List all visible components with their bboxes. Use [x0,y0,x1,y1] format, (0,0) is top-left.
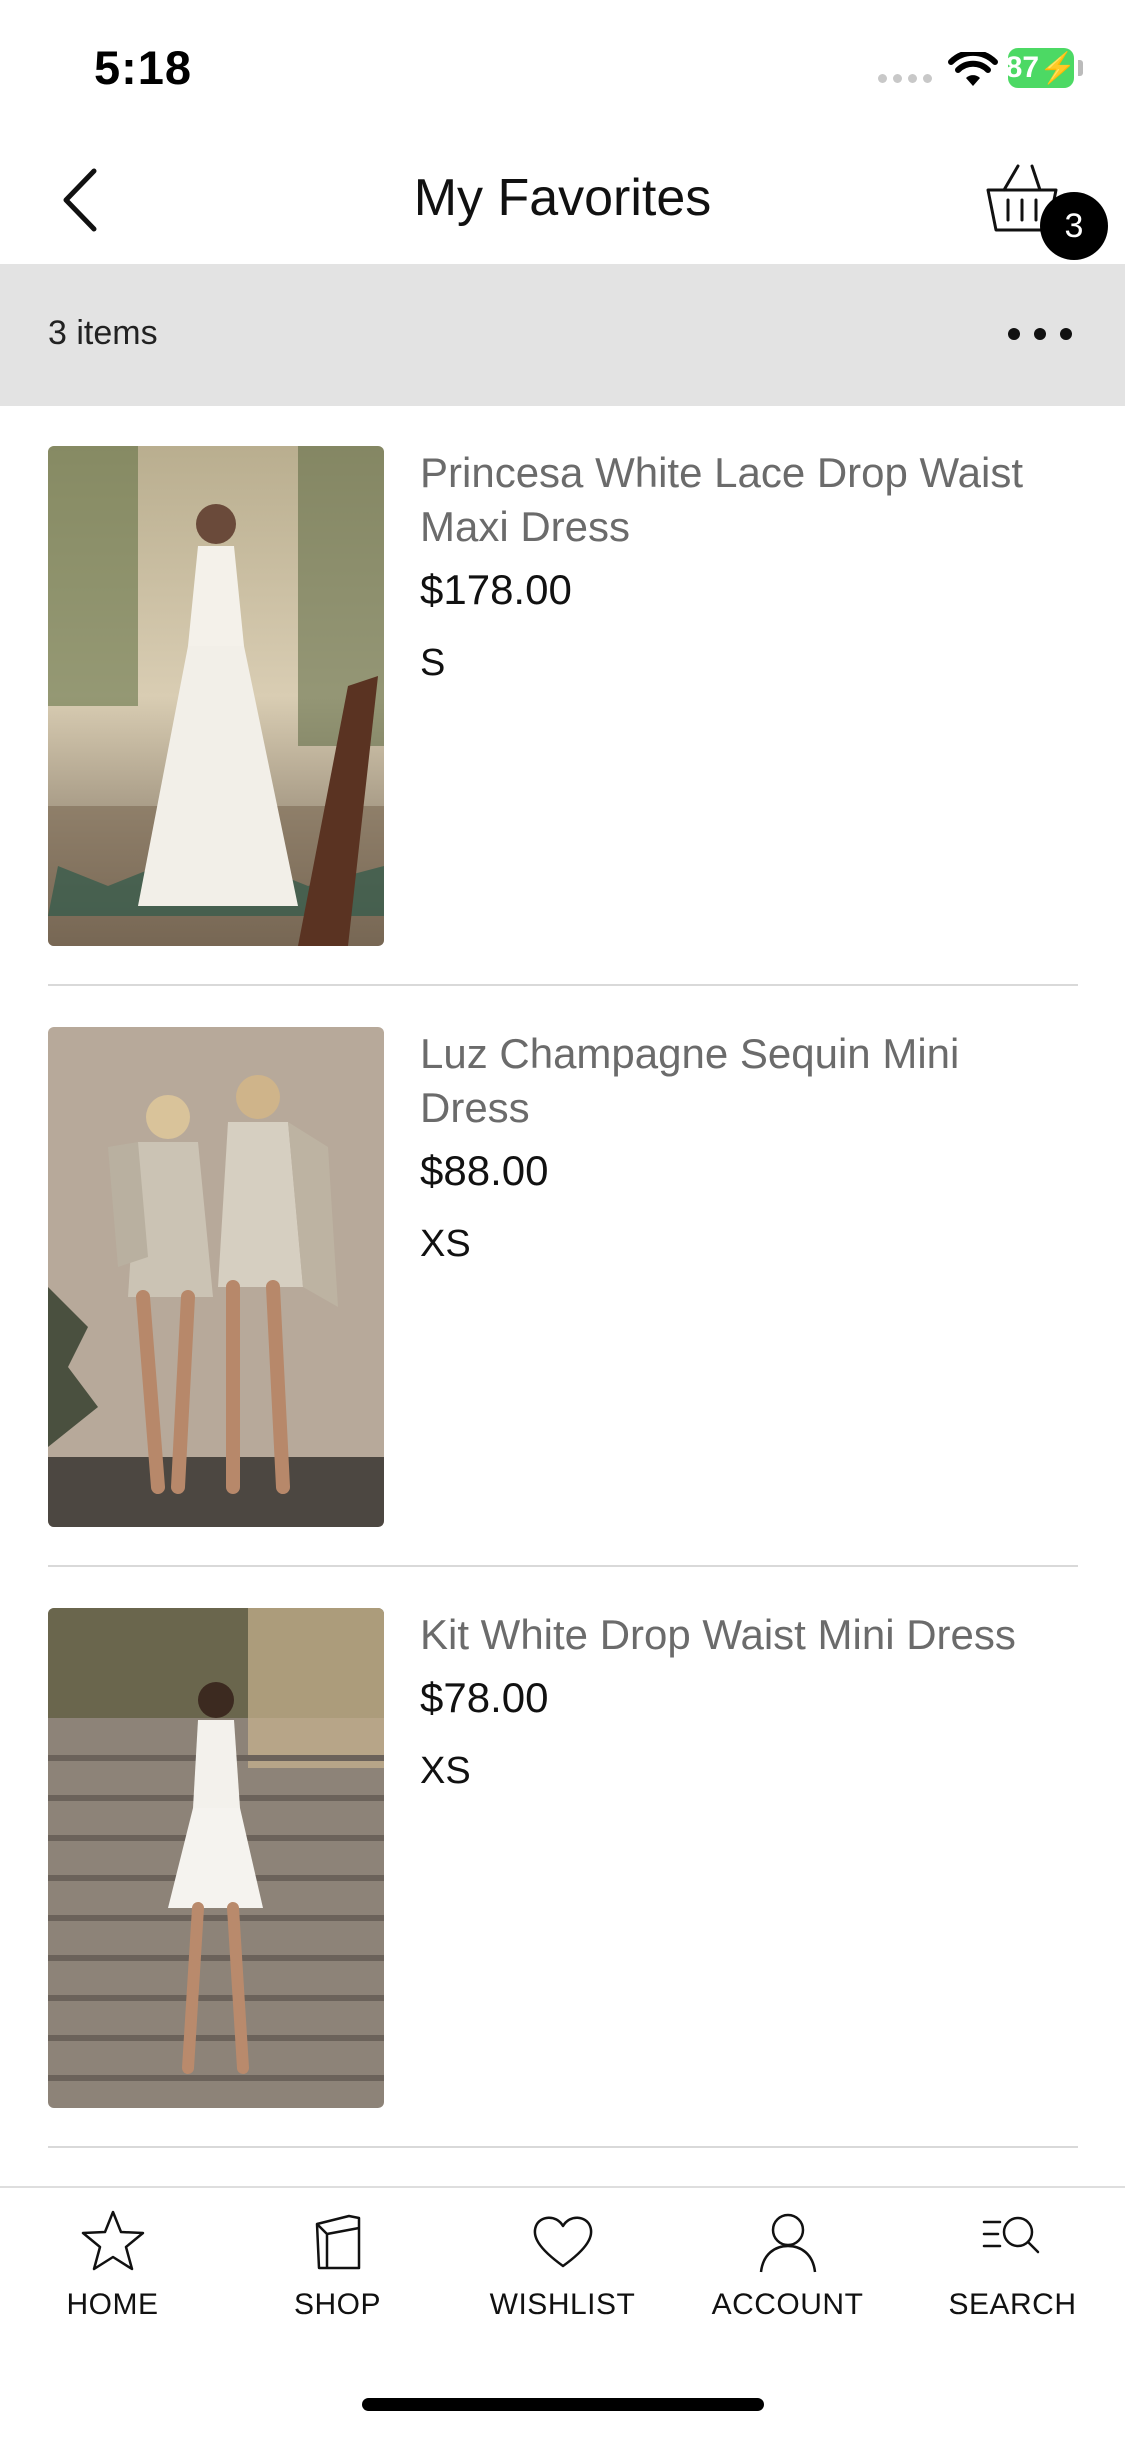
favorite-item[interactable]: Luz Champagne Sequin Mini Dress $88.00 X… [48,1027,1078,1527]
divider [48,984,1078,986]
home-indicator[interactable] [362,2398,764,2411]
person-icon [759,2213,816,2273]
navigation-header: My Favorites [0,140,1125,264]
shopping-bag-icon [315,2214,360,2270]
product-image[interactable] [48,1027,384,1527]
battery-icon: 87 ⚡ [1005,48,1076,88]
tab-shop[interactable]: SHOP [225,2208,450,2368]
product-price: $78.00 [420,1674,549,1721]
product-size: S [420,642,446,684]
search-icon [982,2216,1039,2254]
more-options-button[interactable] [1008,310,1072,358]
star-icon [81,2210,144,2271]
heart-icon [533,2216,592,2268]
tab-label: ACCOUNT [711,2288,864,2321]
product-image[interactable] [48,446,384,946]
more-dot-icon [1060,328,1072,340]
cellular-signal-icon [878,74,932,83]
favorite-item[interactable]: Kit White Drop Waist Mini Dress $78.00 X… [48,1608,1078,2108]
tab-wishlist[interactable]: WISHLIST [450,2208,675,2368]
tab-label: SHOP [293,2288,382,2321]
product-image[interactable] [48,1608,384,2108]
items-count: 3 items [48,314,158,352]
more-dot-icon [1034,328,1046,340]
product-size: XS [420,1223,471,1265]
product-size: XS [420,1750,471,1792]
tab-label: HOME [66,2288,159,2321]
status-bar: 5:18 87 ⚡ [0,0,1125,140]
battery-level: 87 [1005,51,1040,84]
product-name[interactable]: Princesa White Lace Drop Waist Maxi Dres… [420,446,1080,554]
wifi-icon [948,52,998,86]
product-price: $88.00 [420,1147,549,1194]
tab-label: SEARCH [948,2288,1077,2321]
tab-account[interactable]: ACCOUNT [675,2208,900,2368]
product-name[interactable]: Luz Champagne Sequin Mini Dress [420,1027,1080,1135]
favorite-item[interactable]: Princesa White Lace Drop Waist Maxi Dres… [48,446,1078,946]
more-dot-icon [1008,328,1020,340]
product-name[interactable]: Kit White Drop Waist Mini Dress [420,1608,1080,1662]
tab-label: WISHLIST [489,2288,636,2321]
divider [48,1565,1078,1567]
cart-count-badge: 3 [1040,192,1108,260]
tab-search[interactable]: SEARCH [900,2208,1125,2368]
battery-cap [1078,60,1083,76]
divider [48,2146,1078,2148]
product-price: $178.00 [420,566,572,613]
tab-home[interactable]: HOME [0,2208,225,2368]
page-title: My Favorites [413,169,712,227]
status-time: 5:18 [94,41,193,94]
list-summary-bar: 3 items [0,264,1125,406]
